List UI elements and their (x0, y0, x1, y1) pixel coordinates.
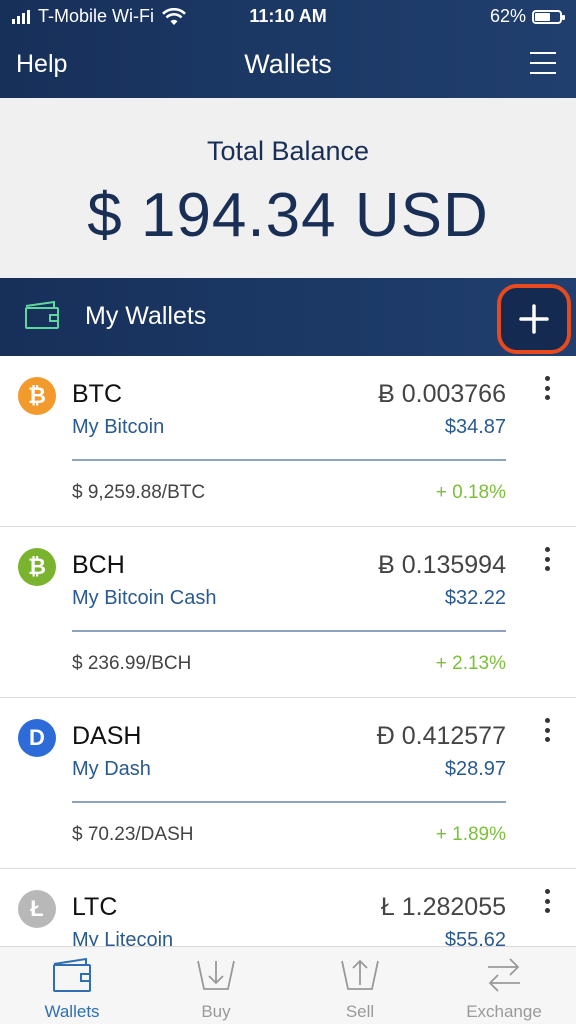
wallet-row-dash[interactable]: D DASH My Dash Đ 0.412577 $28.97 $ 70.23… (0, 698, 576, 869)
plus-icon (519, 304, 549, 334)
wallet-usd-value: $32.22 (444, 587, 506, 609)
divider (72, 801, 506, 803)
wallet-balance: Ƀ 0.003766 (378, 380, 506, 408)
wallet-icon (53, 957, 91, 992)
tab-label: Exchange (466, 1002, 542, 1021)
my-wallets-title: My Wallets (85, 302, 207, 330)
wallet-price: $ 236.99/BCH (72, 653, 192, 674)
total-balance-panel: Total Balance $ 194.34 USD (0, 98, 576, 278)
battery-percent: 62% (489, 6, 526, 26)
tab-label: Sell (345, 1002, 375, 1021)
wallet-price: $ 9,259.88/BTC (72, 482, 206, 503)
tab-sell[interactable]: Sell (288, 947, 432, 1024)
my-wallets-header: My Wallets (0, 278, 576, 356)
wallet-icon (25, 300, 59, 329)
tab-label: Wallets (44, 1002, 100, 1021)
divider (72, 630, 506, 632)
bitcoin-cash-icon: ₿ (18, 548, 56, 586)
tab-bar: Wallets Buy Sell Exchange (0, 946, 576, 1024)
wallet-balance: Ł 1.282055 (380, 893, 506, 921)
wallet-change: + 2.13% (435, 653, 506, 674)
wallet-usd-value: $28.97 (444, 758, 506, 780)
status-right: 62% (489, 6, 565, 27)
total-balance-label: Total Balance (206, 136, 370, 166)
more-options-icon[interactable] (544, 547, 550, 571)
wallet-list: ₿ BTC My Bitcoin Ƀ 0.003766 $34.87 $ 9,2… (0, 356, 576, 946)
dash-icon: D (18, 719, 56, 757)
more-options-icon[interactable] (544, 889, 550, 913)
wallet-name: My Bitcoin (72, 416, 165, 438)
tab-wallets[interactable]: Wallets (0, 947, 144, 1024)
wallet-row-bch[interactable]: ₿ BCH My Bitcoin Cash Ƀ 0.135994 $32.22 … (0, 527, 576, 698)
wallet-name: My Bitcoin Cash (72, 587, 217, 609)
wallet-balance: Đ 0.412577 (376, 722, 506, 750)
wallet-usd-value: $55.62 (444, 929, 506, 946)
more-options-icon[interactable] (544, 376, 550, 400)
tab-buy[interactable]: Buy (144, 947, 288, 1024)
wallet-row-btc[interactable]: ₿ BTC My Bitcoin Ƀ 0.003766 $34.87 $ 9,2… (0, 356, 576, 527)
wallet-row-ltc[interactable]: Ł LTC My Litecoin Ł 1.282055 $55.62 (0, 869, 576, 946)
wallet-symbol: DASH (72, 722, 142, 750)
wallet-balance: Ƀ 0.135994 (378, 551, 506, 579)
status-bar: T-Mobile Wi-Fi 11:10 AM 62% (0, 0, 576, 34)
divider (72, 459, 506, 461)
wallet-symbol: BCH (72, 551, 125, 579)
more-options-icon[interactable] (544, 718, 550, 742)
wallet-change: + 0.18% (435, 482, 506, 503)
exchange-icon (488, 958, 520, 992)
wallet-symbol: LTC (72, 893, 118, 921)
page-title: Wallets (244, 49, 332, 79)
wallet-name: My Dash (72, 758, 151, 780)
wallet-name: My Litecoin (72, 929, 174, 946)
sell-icon (341, 959, 379, 990)
buy-icon (197, 960, 235, 990)
battery-icon (532, 9, 565, 24)
wallet-price: $ 70.23/DASH (72, 824, 194, 845)
add-wallet-button[interactable] (497, 284, 571, 354)
wallet-change: + 1.89% (435, 824, 506, 845)
top-bar: T-Mobile Wi-Fi 11:10 AM 62% Help Wallets (0, 0, 576, 98)
litecoin-icon: Ł (18, 890, 56, 928)
tab-exchange[interactable]: Exchange (432, 947, 576, 1024)
tab-label: Buy (201, 1002, 231, 1021)
wallet-symbol: BTC (72, 380, 122, 408)
hamburger-icon[interactable] (530, 52, 556, 74)
wallet-usd-value: $34.87 (444, 416, 506, 438)
total-balance-amount: $ 194.34 USD (87, 181, 489, 250)
bitcoin-icon: ₿ (18, 377, 56, 415)
